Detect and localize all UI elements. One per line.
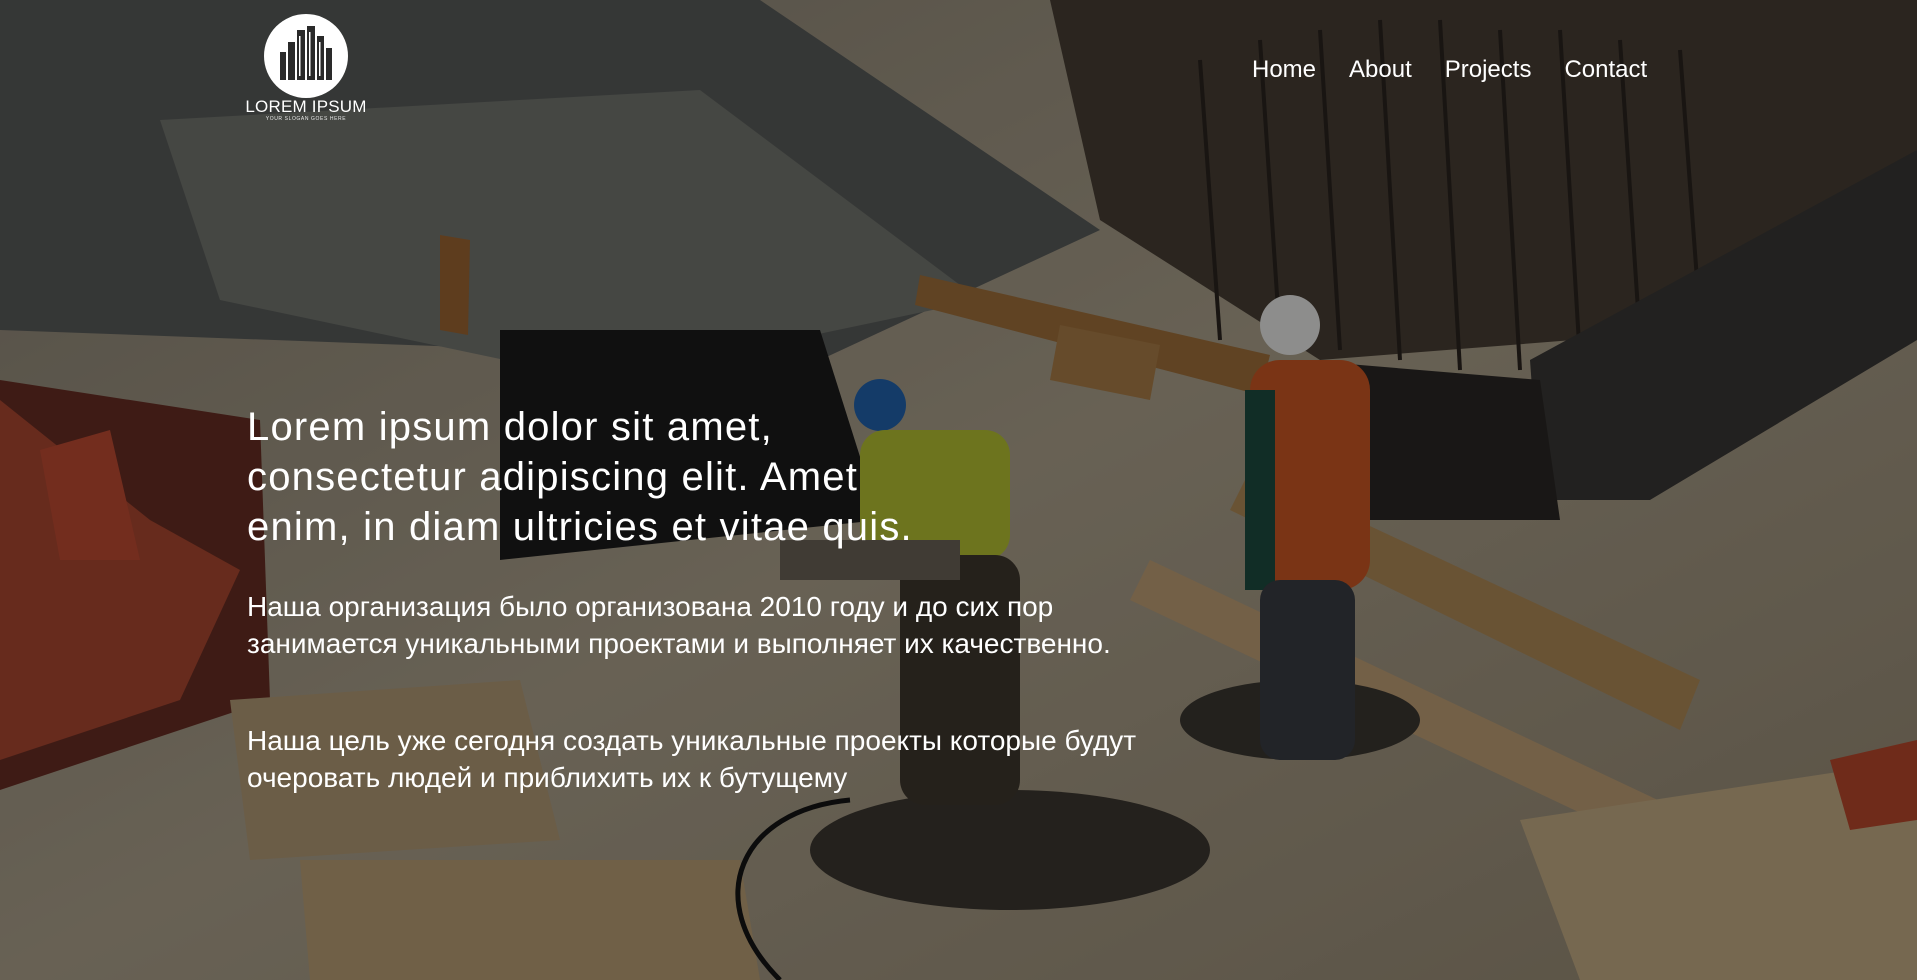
nav-link-home[interactable]: Home: [1252, 56, 1316, 84]
headline-line: Lorem ipsum dolor sit amet,: [247, 405, 773, 449]
hero-section: LOREM IPSUM YOUR SLOGAN GOES HERE Home A…: [0, 0, 1917, 980]
headline-line: consectetur adipiscing elit. Amet: [247, 455, 859, 499]
hero-headline: Lorem ipsum dolor sit amet, consectetur …: [247, 402, 1027, 552]
paragraph-line: занимается уникальными проектами и выпол…: [247, 628, 1111, 659]
hero-paragraph-goal: Наша цель уже сегодня создать уникальные…: [247, 722, 1297, 796]
nav-link-contact[interactable]: Contact: [1564, 56, 1647, 84]
nav-link-about[interactable]: About: [1349, 56, 1412, 84]
site-logo[interactable]: LOREM IPSUM YOUR SLOGAN GOES HERE: [244, 14, 368, 126]
main-navigation: Home About Projects Contact: [1252, 56, 1647, 84]
city-buildings-icon: [264, 14, 348, 98]
headline-line: enim, in diam ultricies et vitae quis.: [247, 505, 913, 549]
hero-paragraph-about: Наша организация было организована 2010 …: [247, 588, 1267, 662]
logo-name: LOREM IPSUM: [245, 97, 367, 116]
paragraph-line: Наша цель уже сегодня создать уникальные…: [247, 725, 1137, 756]
logo-slogan: YOUR SLOGAN GOES HERE: [265, 116, 347, 122]
paragraph-line: очеровать людей и приблихить их к бутуще…: [247, 762, 848, 793]
nav-link-projects[interactable]: Projects: [1445, 56, 1532, 84]
paragraph-line: Наша организация было организована 2010 …: [247, 591, 1054, 622]
